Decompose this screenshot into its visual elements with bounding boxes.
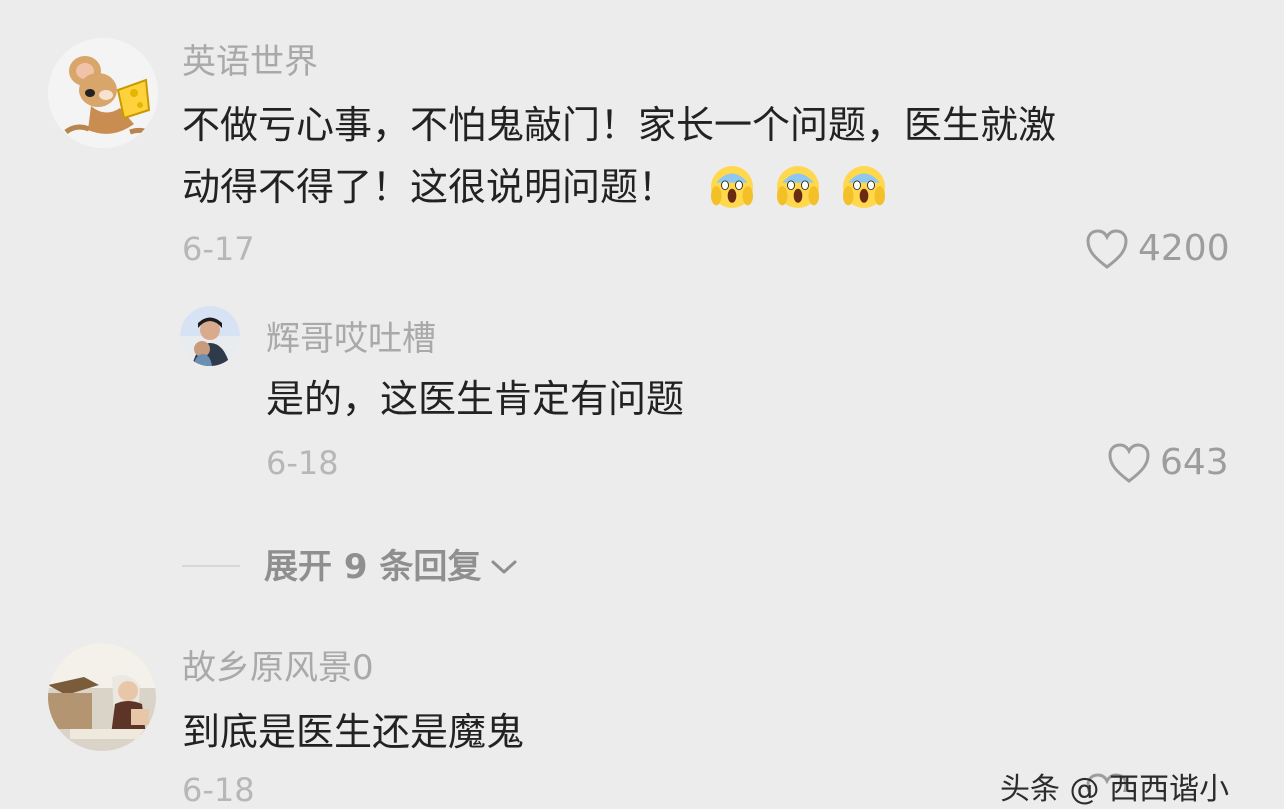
comment-date: 6-18: [182, 771, 255, 809]
heart-icon: [1108, 443, 1150, 483]
reply-text: 是的，这医生肯定有问题: [266, 377, 685, 421]
temple-photo-avatar-image: [48, 643, 156, 751]
avatar[interactable]: [48, 643, 156, 751]
avatar[interactable]: [48, 38, 158, 148]
expand-replies-label: 展开 9 条回复: [264, 547, 482, 587]
scream-emoji-icon: [711, 166, 754, 208]
reply-date: 6-18: [266, 444, 339, 482]
comment-date: 6-17: [182, 230, 255, 268]
scream-emoji-icon: [777, 166, 820, 208]
comment-text: 到底是医生还是魔鬼: [182, 710, 525, 754]
like-button[interactable]: 643: [1106, 442, 1229, 484]
comment-username[interactable]: 英语世界: [182, 42, 318, 82]
reply-username[interactable]: 辉哥哎吐槽: [266, 319, 436, 359]
comment-username[interactable]: 故乡原风景0: [182, 648, 374, 688]
like-button[interactable]: 4200: [1084, 228, 1230, 270]
chevron-down-icon: [491, 560, 517, 574]
user-photo-avatar-image: [180, 306, 240, 366]
heart-icon: [1086, 229, 1128, 269]
like-count: 643: [1160, 442, 1229, 483]
comment-text-line-2-row: 动得不得了！这很说明问题！: [182, 154, 892, 220]
scream-emoji-icon: [843, 166, 886, 208]
comment-text-line-1: 不做亏心事，不怕鬼敲门！家长一个问题，医生就激: [182, 103, 1057, 147]
cartoon-mouse-avatar-image: [48, 38, 158, 148]
avatar[interactable]: [180, 306, 240, 366]
comment-text-line-2: 动得不得了！这很说明问题！: [182, 165, 677, 209]
divider: [182, 565, 240, 567]
like-count: 4200: [1138, 228, 1230, 269]
expand-replies-button[interactable]: 展开 9 条回复: [264, 547, 519, 587]
watermark: 头条 @ 西西谐小: [1000, 772, 1230, 807]
